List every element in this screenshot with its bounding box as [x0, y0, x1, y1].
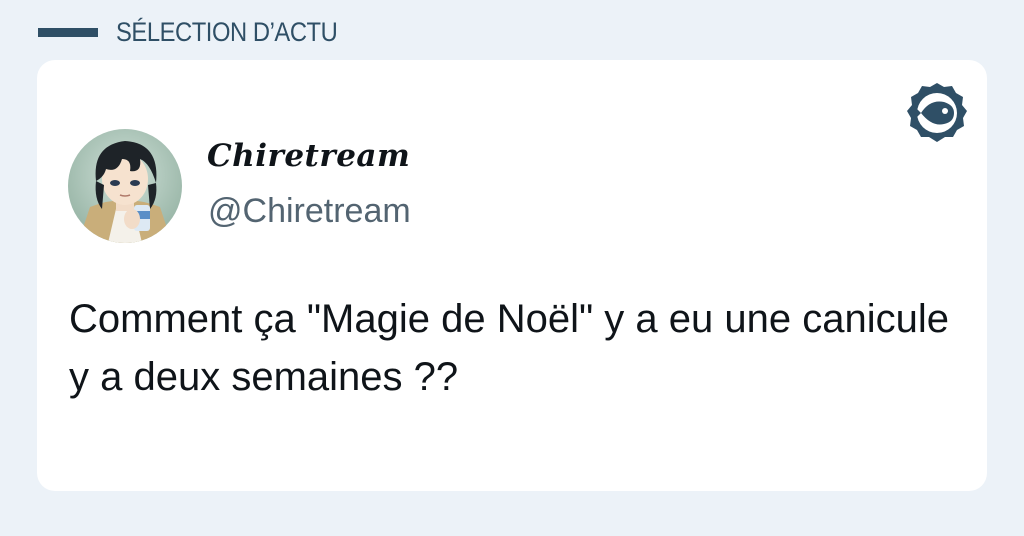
section-header: SÉLECTION D’ACTU — [38, 14, 368, 50]
avatar[interactable] — [68, 129, 182, 243]
section-title: SÉLECTION D’ACTU — [116, 16, 338, 47]
user-handle[interactable]: @Chiretream — [208, 192, 411, 231]
fish-badge-icon — [904, 80, 970, 146]
display-name[interactable]: Chiretream — [207, 138, 410, 174]
tweet-text: Comment ça "Magie de Noël" y a eu une ca… — [69, 297, 949, 399]
tweet-card: Chiretream @Chiretream Comment ça "Magie… — [37, 60, 987, 491]
section-accent-bar — [38, 27, 98, 37]
